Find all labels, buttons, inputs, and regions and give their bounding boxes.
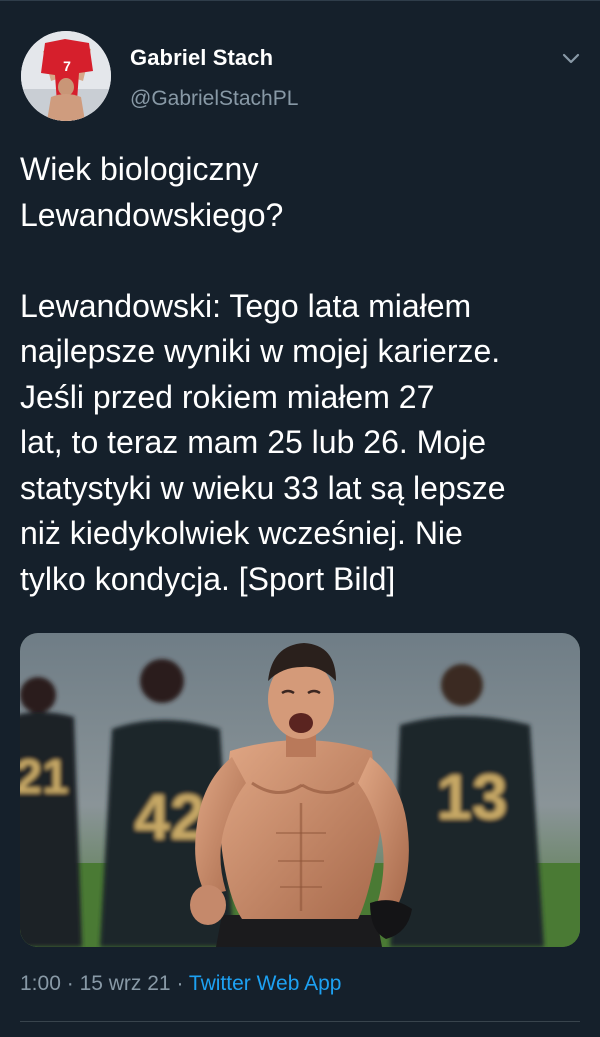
- jersey-number: 13: [436, 761, 507, 833]
- avatar-image: 7: [21, 31, 111, 121]
- tweet-meta: 1:00 · 15 wrz 21 · Twitter Web App: [20, 972, 341, 996]
- meta-separator: ·: [176, 972, 184, 995]
- tweet-date[interactable]: 15 wrz 21: [80, 972, 171, 995]
- jersey-number: 21: [20, 751, 69, 804]
- author-handle[interactable]: @GabrielStachPL: [130, 87, 298, 111]
- divider: [20, 1021, 580, 1022]
- tweet-time[interactable]: 1:00: [20, 972, 61, 995]
- avatar[interactable]: 7: [21, 31, 111, 121]
- photo-footballer-celebrating: 21 42 13: [20, 633, 580, 947]
- jersey-number: 42: [134, 781, 205, 853]
- tweet-text: Wiek biologiczny Lewandowskiego? Lewando…: [20, 151, 506, 597]
- tweet-source-link[interactable]: Twitter Web App: [189, 972, 342, 995]
- tweet-photo[interactable]: 21 42 13: [20, 633, 580, 947]
- svg-text:7: 7: [63, 58, 71, 74]
- author-display-name[interactable]: Gabriel Stach: [130, 45, 273, 71]
- meta-separator: ·: [66, 972, 74, 995]
- tweet-card: 7 Gabriel Stach @GabrielStachPL Wiek bio…: [0, 0, 600, 1037]
- chevron-down-icon[interactable]: [558, 45, 584, 71]
